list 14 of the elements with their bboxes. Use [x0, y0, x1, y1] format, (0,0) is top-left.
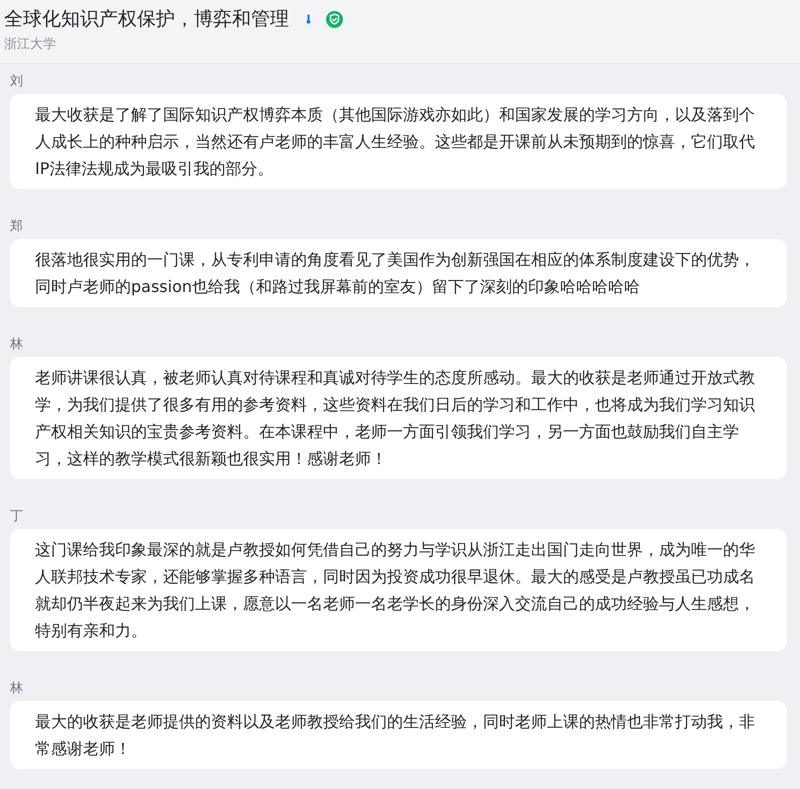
comment-text: 最大收获是了解了国际知识产权博弈本质（其他国际游戏亦如此）和国家发展的学习方向，以及落到个人成长上的种种启示，当然还有卢老师的丰富人生经验。这些都是开课前从未预期到的惊喜，它们取代IP法律法规成为最吸引我的部分。: [10, 94, 787, 189]
comment-text: 最大的收获是老师提供的资料以及老师教授给我们的生活经验，同时老师上课的热情也非常打动我，非常感谢老师！: [10, 701, 787, 769]
comment-text: 老师讲课很认真，被老师认真对待课程和真诚对待学生的态度所感动。最大的收获是老师通过开放式教学，为我们提供了很多有用的参考资料，这些资料在我们日后的学习和工作中，也将成为我们学习知识产权相关知识的宝贵参考资料。在本课程中，老师一方面引领我们学习，另一方面也鼓励我们自主学习，这样的教学模式很新颖也很实用！感谢老师！: [10, 357, 787, 479]
author-name: 郑: [10, 218, 23, 236]
author-name: 丁: [10, 508, 23, 526]
check-badge-icon: [326, 10, 343, 28]
school-name: 浙江大学: [4, 37, 57, 53]
comment-text: 这门课给我印象最深的就是卢教授如何凭借自己的努力与学识从浙江走出国门走向世界，成为唯一的华人联邦技术专家，还能够掌握多种语言，同时因为投资成功很早退休。最大的感受是卢教授虽已功成名就却仍半夜起来为我们上课，愿意以一名老师一名老学长的身份深入交流自己的成功经验与人生感想，特别有亲和力。: [10, 529, 787, 651]
course-title: 全球化知识产权保护，博弈和管理: [4, 7, 289, 32]
thermometer-icon: [306, 14, 311, 24]
author-name: 林: [10, 680, 23, 698]
comment-text: 很落地很实用的一门课，从专利申请的角度看见了美国作为创新强国在相应的体系制度建设下的优势，同时卢老师的passion也给我（和路过我屏幕前的室友）留下了深刻的印象哈哈哈哈哈: [10, 239, 787, 307]
author-name: 林: [10, 336, 23, 354]
author-name: 刘: [10, 73, 23, 91]
